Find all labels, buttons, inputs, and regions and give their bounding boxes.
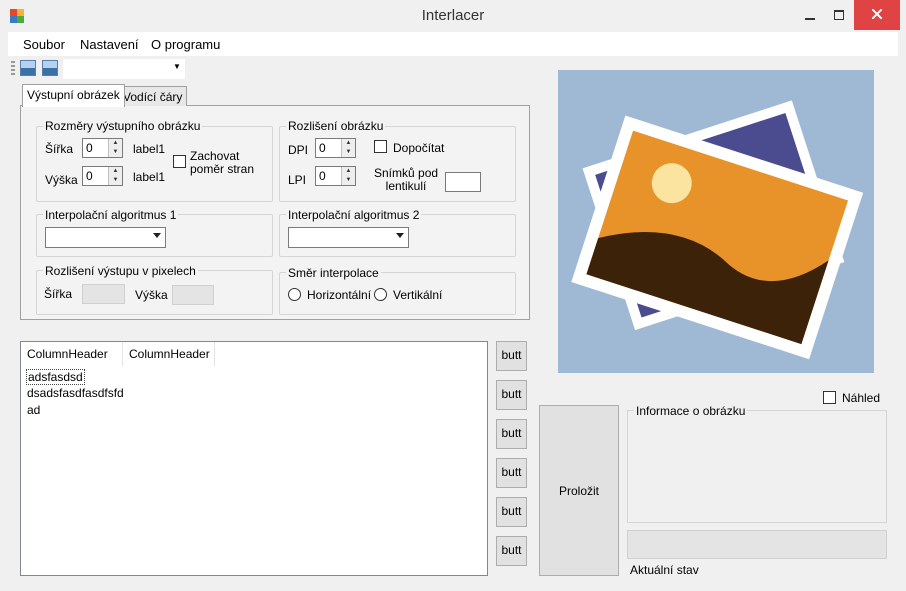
- column-header[interactable]: ColumnHeader: [123, 342, 215, 366]
- file-list-view[interactable]: ColumnHeader ColumnHeader adsfasdsd dsad…: [20, 341, 488, 576]
- minimize-button[interactable]: [795, 0, 825, 30]
- spin-up-icon[interactable]: ▲: [342, 167, 355, 176]
- interp1-select[interactable]: [45, 227, 166, 248]
- toolbar-combo[interactable]: [63, 59, 185, 79]
- list-item[interactable]: dsadsfasdfasdfsfd: [27, 386, 124, 400]
- side-button[interactable]: butt: [496, 458, 527, 488]
- direction-title: Směr interpolace: [286, 266, 381, 280]
- close-button[interactable]: [854, 0, 900, 30]
- menu-file[interactable]: Soubor: [23, 37, 65, 52]
- preview-checkbox[interactable]: [823, 391, 836, 404]
- list-item[interactable]: ad: [27, 403, 40, 417]
- spin-down-icon[interactable]: ▼: [109, 176, 122, 185]
- frames-input[interactable]: [445, 172, 481, 192]
- compute-checkbox[interactable]: [374, 140, 387, 153]
- toolbar-grip[interactable]: [11, 61, 15, 77]
- spin-up-icon[interactable]: ▲: [342, 139, 355, 148]
- pixel-height-field: [172, 285, 214, 305]
- height-unit: label1: [133, 170, 166, 184]
- list-item[interactable]: adsfasdsd: [26, 369, 85, 385]
- preview-image: [558, 70, 874, 373]
- status-label: Aktuální stav: [630, 563, 699, 577]
- frames-label: Snímků pod lentikulí: [374, 166, 439, 193]
- image-icon[interactable]: [42, 60, 58, 76]
- width-unit: label1: [133, 142, 166, 156]
- pixel-res-title: Rozlišení výstupu v pixelech: [43, 264, 198, 278]
- width-stepper[interactable]: 0 ▲ ▼: [82, 138, 123, 158]
- spin-down-icon[interactable]: ▼: [109, 148, 122, 157]
- tab-guide-lines[interactable]: Vodící čáry: [118, 86, 188, 106]
- tab-output-image[interactable]: Výstupní obrázek: [22, 84, 125, 107]
- menu-settings[interactable]: Nastavení: [80, 37, 139, 52]
- horizontal-radio[interactable]: [288, 288, 301, 301]
- side-button[interactable]: butt: [496, 497, 527, 527]
- interp1-title: Interpolační algoritmus 1: [43, 208, 179, 222]
- maximize-icon: [834, 10, 844, 20]
- spin-up-icon[interactable]: ▲: [109, 167, 122, 176]
- menu-bar: [8, 32, 898, 56]
- lpi-stepper[interactable]: 0 ▲ ▼: [315, 166, 356, 186]
- close-icon: [871, 8, 883, 20]
- chevron-down-icon: [153, 233, 161, 238]
- dpi-label: DPI: [288, 143, 309, 157]
- interp2-title: Interpolační algoritmus 2: [286, 208, 422, 222]
- picture-icon: [571, 100, 864, 360]
- width-label: Šířka: [45, 142, 74, 156]
- spin-down-icon[interactable]: ▼: [342, 148, 355, 157]
- resolution-title: Rozlišení obrázku: [286, 119, 386, 133]
- compute-label: Dopočítat: [393, 141, 445, 155]
- pixel-height-label: Výška: [135, 288, 168, 302]
- image-info-title: Informace o obrázku: [634, 404, 748, 418]
- lpi-label: LPI: [288, 173, 307, 187]
- spin-down-icon[interactable]: ▼: [342, 176, 355, 185]
- keep-ratio-checkbox[interactable]: [173, 155, 186, 168]
- minimize-icon: [805, 18, 815, 20]
- chevron-down-icon: [396, 233, 404, 238]
- chevron-down-icon[interactable]: ▼: [173, 62, 181, 71]
- interlace-button[interactable]: Proložit: [539, 405, 619, 576]
- maximize-button[interactable]: [825, 0, 853, 30]
- window-title: Interlacer: [421, 7, 485, 24]
- vertical-radio[interactable]: [374, 288, 387, 301]
- image-info-group: [627, 410, 887, 523]
- side-button[interactable]: butt: [496, 380, 527, 410]
- vertical-label: Vertikální: [393, 288, 443, 302]
- preview-label: Náhled: [842, 391, 881, 405]
- status-progress: [627, 530, 887, 559]
- dpi-stepper[interactable]: 0 ▲ ▼: [315, 138, 356, 158]
- column-header[interactable]: ColumnHeader: [21, 342, 123, 366]
- side-button[interactable]: butt: [496, 536, 527, 566]
- spin-up-icon[interactable]: ▲: [109, 139, 122, 148]
- interp2-select[interactable]: [288, 227, 409, 248]
- side-button[interactable]: butt: [496, 419, 527, 449]
- horizontal-label: Horizontální: [307, 288, 372, 302]
- height-label: Výška: [45, 173, 78, 187]
- height-stepper[interactable]: 0 ▲ ▼: [82, 166, 123, 186]
- side-button[interactable]: butt: [496, 341, 527, 371]
- output-size-title: Rozměry výstupního obrázku: [43, 119, 203, 133]
- image-icon[interactable]: [20, 60, 36, 76]
- menu-about[interactable]: O programu: [151, 37, 220, 52]
- pixel-width-label: Šířka: [44, 287, 73, 301]
- keep-ratio-label: Zachovat poměr stran: [190, 149, 255, 176]
- pixel-width-field: [82, 284, 125, 304]
